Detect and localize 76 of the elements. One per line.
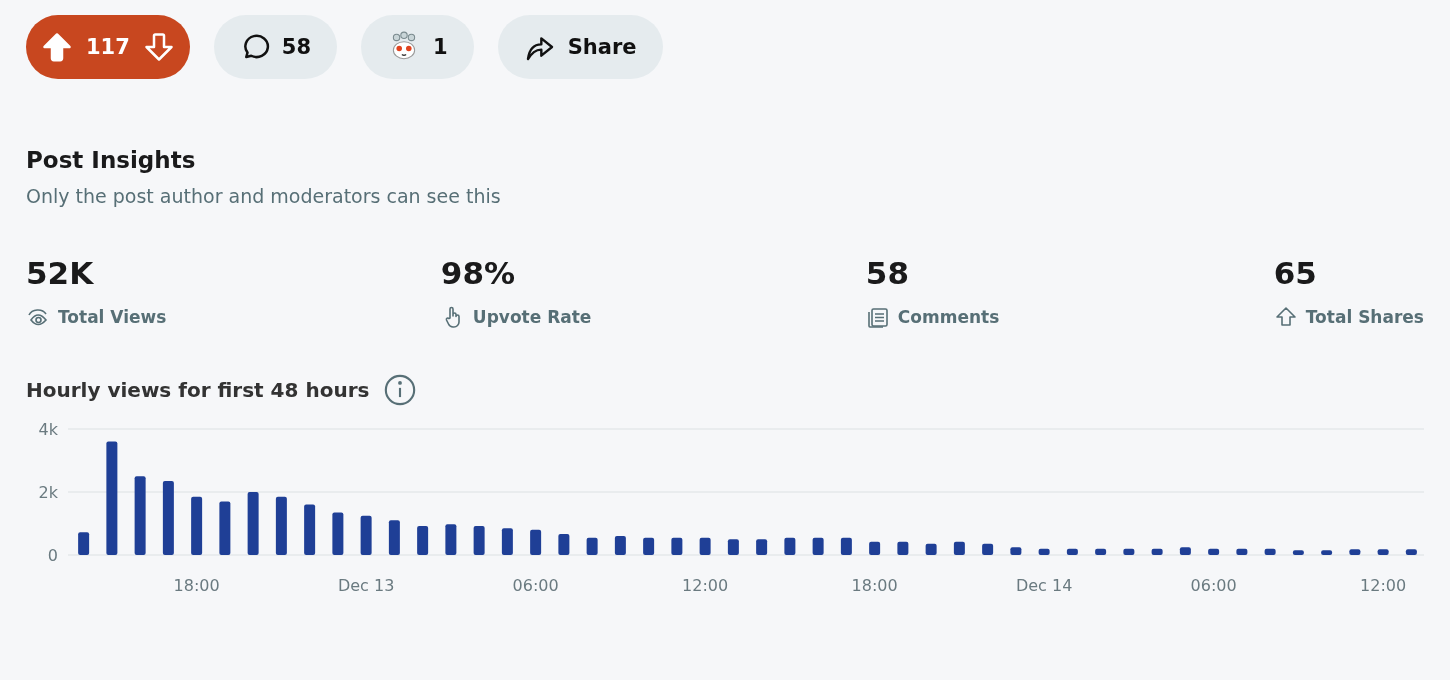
chart-bar (1123, 548, 1135, 555)
comments-button[interactable]: 58 (213, 15, 338, 79)
awards-button[interactable]: 1 (361, 15, 474, 79)
chart-bar (869, 541, 881, 555)
stat-label: Total Views (58, 307, 167, 327)
y-axis-label: 0 (47, 546, 58, 565)
chart-bar (360, 515, 372, 555)
chart-bar (1066, 548, 1078, 555)
chart-bar (275, 496, 287, 555)
x-axis-label: 12:00 (682, 576, 729, 595)
chart-bar (1349, 549, 1361, 555)
chart-bar (1038, 548, 1050, 555)
chart-bar (1151, 548, 1163, 555)
chart-bar (1405, 549, 1417, 555)
chart-title: Hourly views for first 48 hours (26, 378, 370, 402)
chart-bar (671, 537, 683, 555)
chart-bar (699, 537, 711, 555)
x-axis-label: Dec 13 (337, 576, 395, 595)
chart-bar (812, 537, 824, 555)
chart-bar (1010, 547, 1022, 555)
chart-bar (586, 537, 598, 555)
y-axis-label: 2k (38, 483, 58, 502)
chart-bar (897, 541, 909, 555)
chart-bar (1264, 548, 1276, 555)
chart-bar (247, 492, 259, 555)
chart-bar (784, 537, 796, 555)
info-icon[interactable] (383, 373, 418, 407)
chart-bar (1292, 550, 1304, 555)
x-axis-label: 06:00 (512, 576, 559, 595)
chart-bar (1236, 548, 1248, 555)
chart-bar (219, 501, 231, 555)
stat-label: Upvote Rate (472, 307, 592, 327)
x-axis-label: 18:00 (173, 576, 220, 595)
chart-bar (445, 524, 457, 555)
chart-bar (840, 537, 852, 555)
chart-bar (473, 526, 485, 555)
upvote-icon[interactable] (42, 32, 72, 62)
vote-count: 117 (86, 35, 130, 59)
stat-label: Total Shares (1305, 307, 1424, 327)
chart-bar (78, 532, 90, 555)
chart-bar (191, 496, 203, 555)
chart-bar (530, 529, 542, 555)
chart-bar (332, 512, 344, 555)
chart-bar (1321, 550, 1333, 555)
chart-bar (925, 543, 937, 555)
chart-bar (982, 543, 994, 555)
x-axis-label: 18:00 (851, 576, 898, 595)
chart-bar (756, 539, 768, 555)
chart-bar (388, 520, 400, 555)
chart-bar (417, 526, 429, 555)
stat-value: 58 (865, 255, 910, 291)
x-axis-label: 06:00 (1190, 576, 1237, 595)
x-axis-label: Dec 14 (1015, 576, 1073, 595)
chart-bar (1377, 549, 1389, 555)
stat-value: 65 (1273, 255, 1318, 291)
share-button[interactable]: Share (497, 15, 663, 79)
y-axis-label: 4k (38, 420, 58, 439)
downvote-icon[interactable] (143, 32, 174, 62)
chart-bar (953, 541, 965, 555)
chart-bar (727, 539, 739, 555)
stat-value: 52K (26, 255, 95, 291)
stat-label: Comments (897, 307, 1000, 327)
share-up-icon (1273, 305, 1298, 329)
section-title: Post Insights (26, 147, 197, 173)
chart-bar (614, 536, 626, 555)
chart-bar (304, 504, 316, 555)
section-subtitle: Only the post author and moderators can see this (26, 185, 502, 207)
chart-bar (1208, 548, 1220, 555)
chart-bar (558, 533, 570, 555)
chart-bar (501, 528, 513, 555)
chart-bar (643, 537, 655, 555)
chart-bar (1095, 548, 1107, 555)
x-axis-label: 12:00 (1360, 576, 1407, 595)
chart-bar (1179, 547, 1191, 555)
document-icon (865, 305, 890, 329)
stat-value: 98% (440, 255, 517, 291)
